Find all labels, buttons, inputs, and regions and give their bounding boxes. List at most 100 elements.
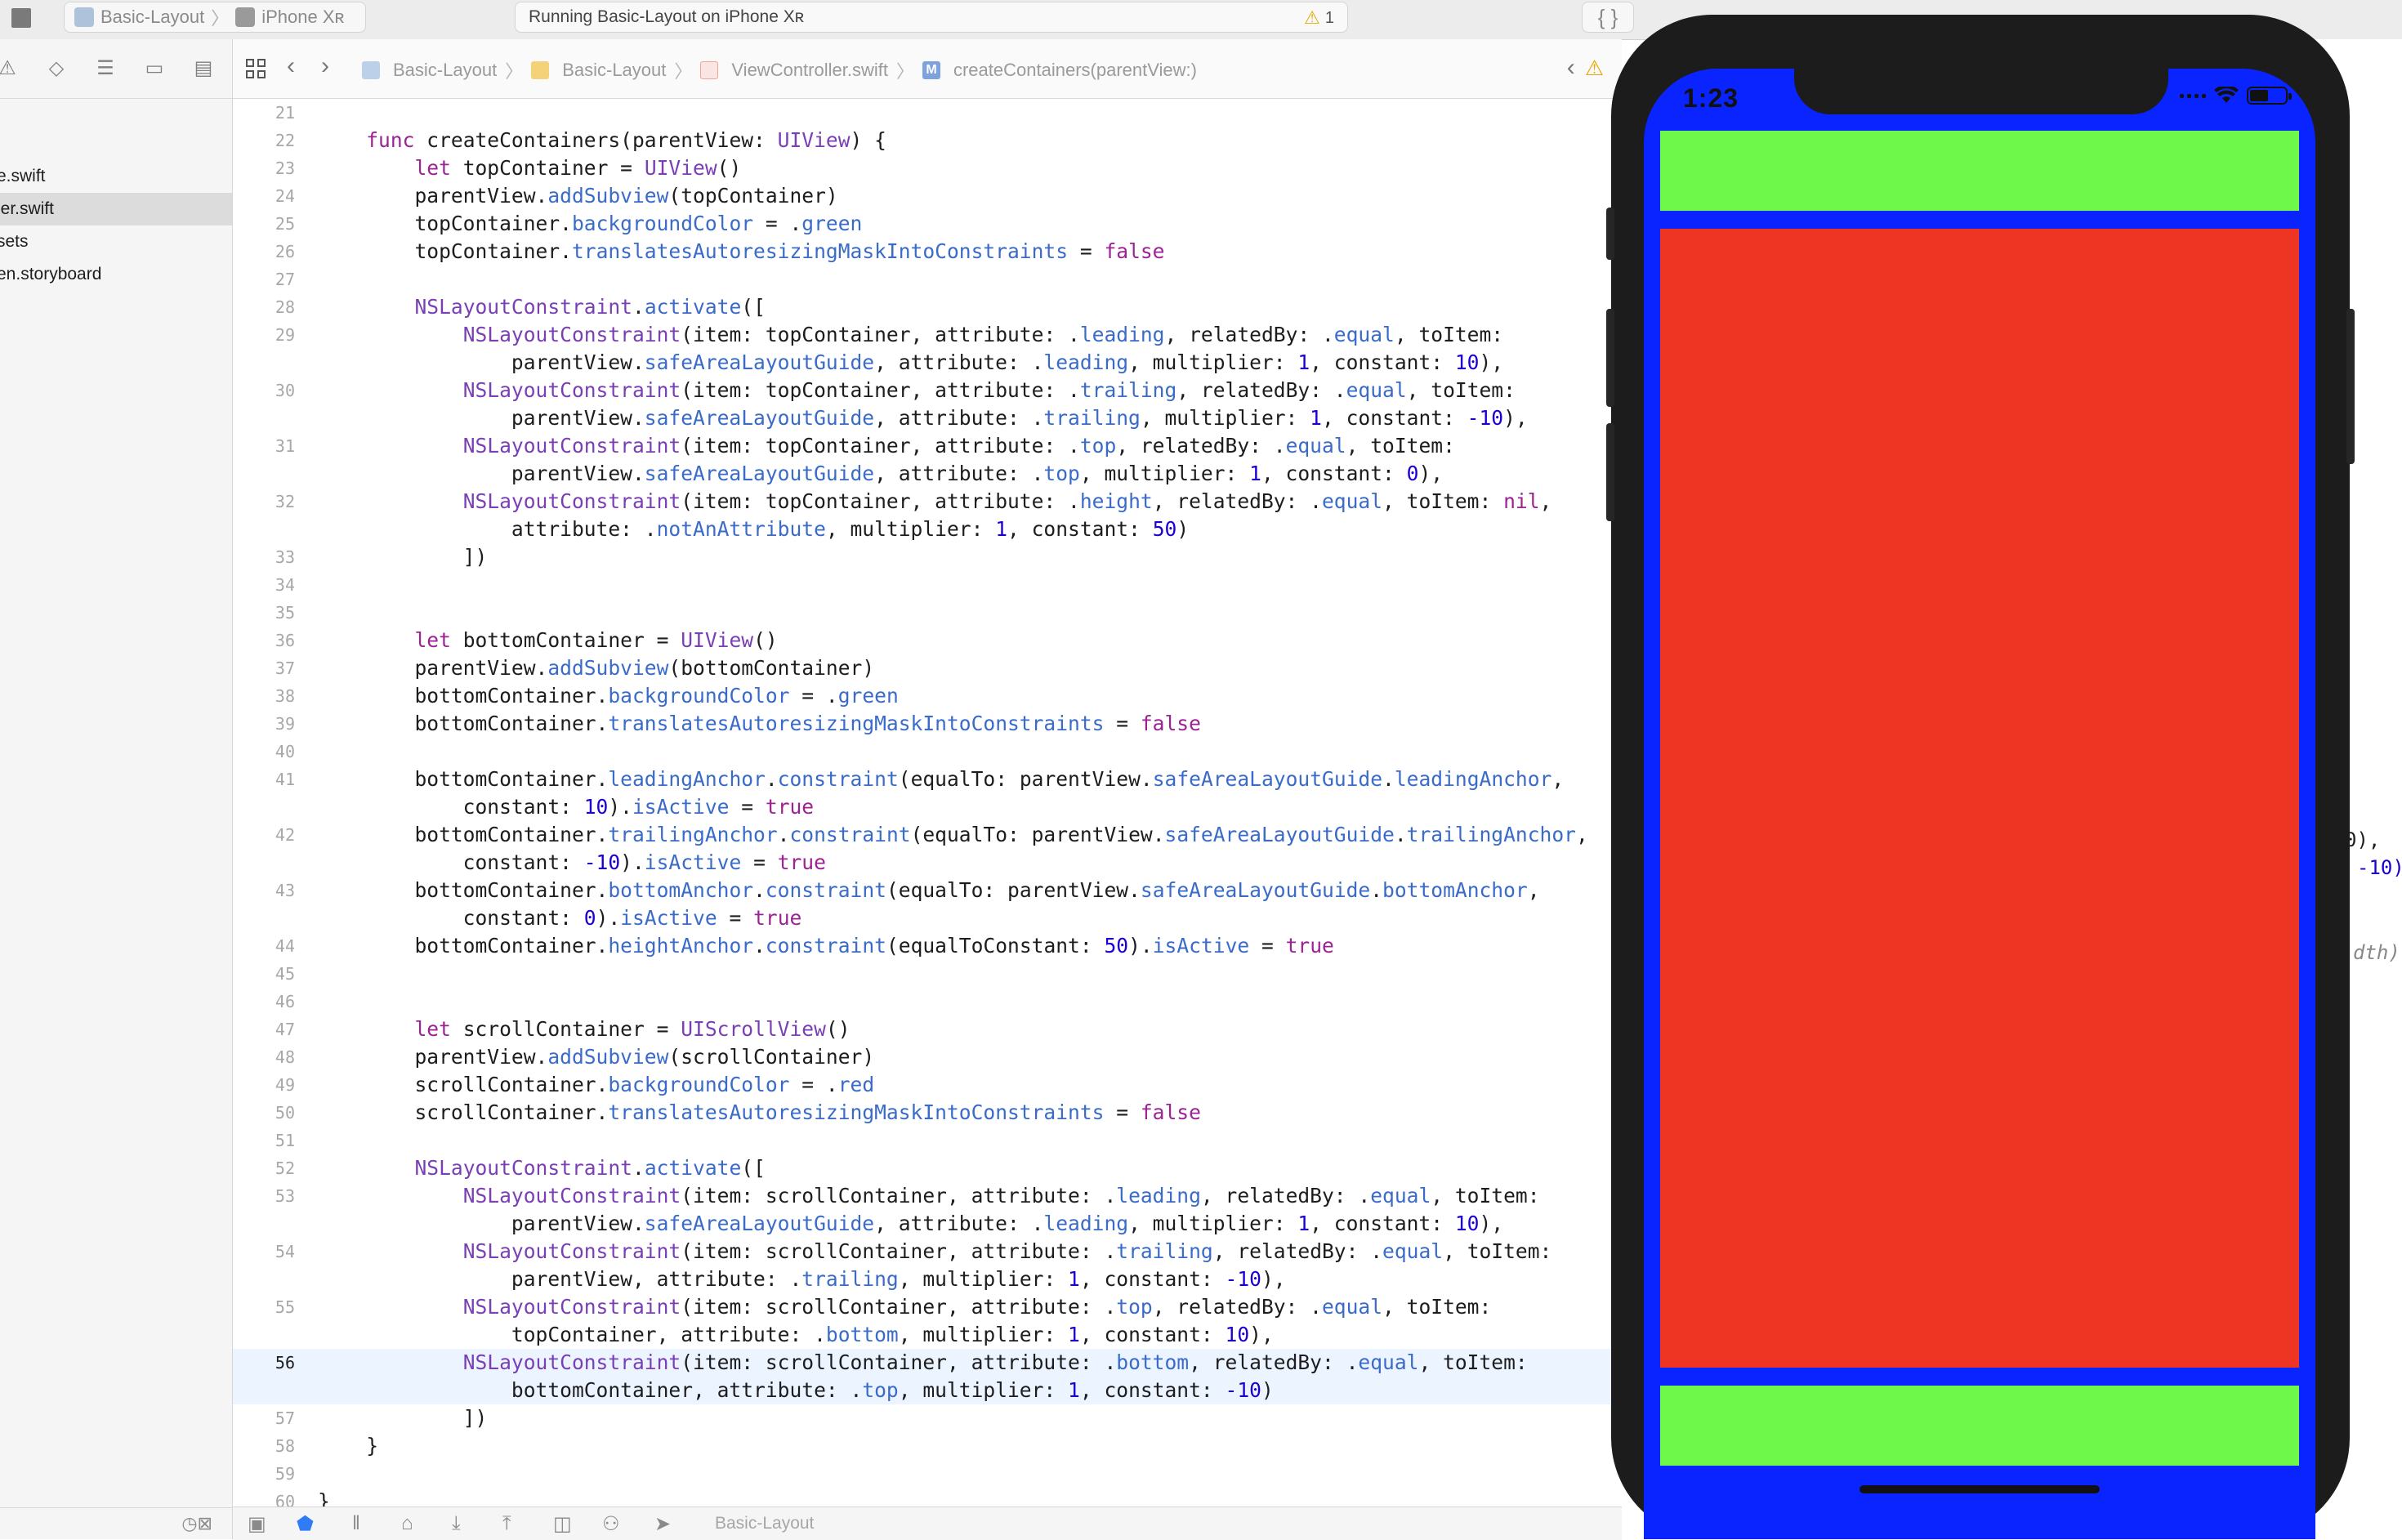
issue-navigator-icon[interactable]: ⚠ — [0, 57, 20, 80]
nav-file-label: e.swift — [0, 167, 46, 185]
previous-issue-icon[interactable]: ‹ — [1567, 54, 1575, 81]
line-number: 32 — [275, 492, 295, 511]
warning-icon: ⚠ — [1304, 7, 1320, 28]
line-number: 59 — [275, 1464, 295, 1484]
code-line: parentView.safeAreaLayoutGuide, attribut… — [318, 350, 1504, 374]
nav-file-label: en.storyboard — [0, 265, 102, 283]
chevron-right-icon: 〉 — [505, 61, 524, 82]
stop-button[interactable] — [10, 7, 33, 29]
breadcrumb-item[interactable]: createContainers(parentView:) — [953, 60, 1197, 81]
code-line: 32 NSLayoutConstraint(item: topContainer… — [233, 488, 1622, 516]
nav-file-item[interactable]: ler.swift — [0, 193, 232, 225]
breakpoints-toggle-icon[interactable]: ⬟ — [297, 1512, 314, 1536]
line-number: 21 — [275, 103, 295, 123]
code-line: 22 func createContainers(parentView: UIV… — [233, 127, 1622, 154]
breakpoint-navigator-icon[interactable]: ▭ — [142, 57, 167, 80]
code-line: bottomContainer, attribute: .top, multip… — [233, 1377, 1622, 1404]
warning-indicator[interactable]: ⚠ 1 — [1304, 7, 1334, 29]
code-line: 25 topContainer.backgroundColor = .green — [233, 210, 1622, 238]
line-number: 45 — [275, 964, 295, 984]
recent-files-icon[interactable]: ◷⊠ — [181, 1513, 212, 1534]
forward-arrow-icon[interactable]: › — [321, 52, 329, 80]
code-line: 44 bottomContainer.heightAnchor.constrai… — [233, 932, 1622, 960]
line-number: 24 — [275, 186, 295, 206]
method-icon: M — [922, 61, 940, 79]
volume-down-button[interactable] — [1606, 423, 1614, 521]
simulator-screen[interactable]: 1:23 — [1644, 69, 2315, 1539]
bottom-container-view — [1660, 1386, 2299, 1466]
code-fragment: dth), — [2353, 941, 2402, 964]
code-line: 23 let topContainer = UIView() — [233, 154, 1622, 182]
library-button[interactable]: { } — [1582, 2, 1634, 33]
code-line: 28 NSLayoutConstraint.activate([ — [233, 293, 1622, 321]
iphone-simulator: 1:23 — [1606, 15, 2355, 1539]
code-line: parentView, attribute: .trailing, multip… — [318, 1267, 1286, 1291]
step-over-icon[interactable]: ⌂ — [401, 1512, 413, 1535]
power-button[interactable] — [2346, 309, 2355, 464]
back-arrow-icon[interactable]: ‹ — [287, 52, 295, 80]
report-navigator-icon[interactable]: ▤ — [191, 57, 216, 80]
project-icon — [74, 7, 94, 27]
folder-icon — [531, 61, 550, 79]
step-into-icon[interactable]: ⤓ — [452, 1512, 461, 1535]
scheme-project-label: Basic-Layout — [100, 7, 205, 27]
related-items-icon[interactable] — [246, 59, 267, 80]
jump-bar: ‹ › Basic-Layout 〉 Basic-Layout 〉 ViewCo… — [233, 39, 1622, 99]
breadcrumb-item[interactable]: Basic-Layout — [562, 60, 666, 81]
memory-graph-icon[interactable]: ⚇ — [602, 1512, 620, 1536]
nav-file-item[interactable]: e.swift — [0, 160, 232, 193]
wifi-icon — [2214, 87, 2239, 103]
stop-icon — [11, 8, 31, 28]
scheme-selector[interactable]: Basic-Layout 〉 iPhone Xʀ — [64, 2, 366, 33]
breadcrumb-item[interactable]: Basic-Layout — [393, 60, 497, 81]
line-number: 47 — [275, 1020, 295, 1039]
line-number: 52 — [275, 1158, 295, 1178]
status-text: Running Basic-Layout on iPhone Xʀ — [529, 7, 805, 26]
code-line: 48 parentView.addSubview(scrollContainer… — [233, 1043, 1622, 1071]
code-line: parentView.safeAreaLayoutGuide, attribut… — [318, 462, 1444, 485]
line-number: 37 — [275, 658, 295, 678]
code-line: 41 bottomContainer.leadingAnchor.constra… — [233, 766, 1622, 793]
hide-debug-area-icon[interactable]: ▣ — [248, 1512, 266, 1536]
line-number: 27 — [275, 270, 295, 289]
code-line: 57 ]) — [233, 1404, 1622, 1432]
source-editor[interactable]: 21 22 func createContainers(parentView: … — [233, 99, 1622, 1507]
code-line: attribute: .notAnAttribute, multiplier: … — [318, 517, 1190, 541]
line-number: 60 — [275, 1492, 295, 1507]
mute-switch[interactable] — [1606, 208, 1614, 260]
code-line: 29 NSLayoutConstraint(item: topContainer… — [233, 321, 1622, 349]
nav-file-item[interactable]: sets — [0, 225, 232, 258]
code-line: 55 NSLayoutConstraint(item: scrollContai… — [233, 1293, 1622, 1321]
pause-icon[interactable]: ‖ — [352, 1512, 360, 1535]
line-number: 42 — [275, 825, 295, 845]
code-line: 26 topContainer.translatesAutoresizingMa… — [233, 238, 1622, 266]
code-line: 46 — [233, 988, 1622, 1016]
nav-file-item[interactable]: en.storyboard — [0, 258, 232, 291]
line-number: 44 — [275, 936, 295, 956]
warning-icon[interactable]: ⚠ — [1585, 56, 1604, 80]
code-line: 59 — [233, 1460, 1622, 1488]
code-line: 53 NSLayoutConstraint(item: scrollContai… — [233, 1182, 1622, 1210]
code-line: 35 — [233, 599, 1622, 627]
volume-up-button[interactable] — [1606, 309, 1614, 407]
line-number: 28 — [275, 297, 295, 317]
code-line: 31 NSLayoutConstraint(item: topContainer… — [233, 432, 1622, 460]
line-number: 46 — [275, 992, 295, 1011]
view-debugger-icon[interactable]: ◫ — [553, 1512, 572, 1536]
line-number: 49 — [275, 1075, 295, 1095]
location-icon[interactable]: ➤ — [654, 1512, 671, 1536]
test-navigator-icon[interactable]: ◇ — [44, 57, 69, 80]
home-indicator[interactable] — [1860, 1485, 2100, 1493]
code-fragment: 0), — [2345, 828, 2381, 851]
code-line: 38 bottomContainer.backgroundColor = .gr… — [233, 682, 1622, 710]
line-number: 23 — [275, 158, 295, 178]
code-line: 47 let scrollContainer = UIScrollView() — [233, 1016, 1622, 1043]
line-number: 33 — [275, 547, 295, 567]
step-out-icon[interactable]: ⤒ — [502, 1512, 511, 1535]
line-number: 41 — [275, 770, 295, 789]
battery-icon — [2247, 87, 2292, 105]
debug-navigator-icon[interactable]: ☰ — [93, 57, 118, 80]
breadcrumb-item[interactable]: ViewController.swift — [731, 60, 888, 81]
scroll-container-view[interactable] — [1660, 229, 2299, 1368]
line-number: 25 — [275, 214, 295, 234]
